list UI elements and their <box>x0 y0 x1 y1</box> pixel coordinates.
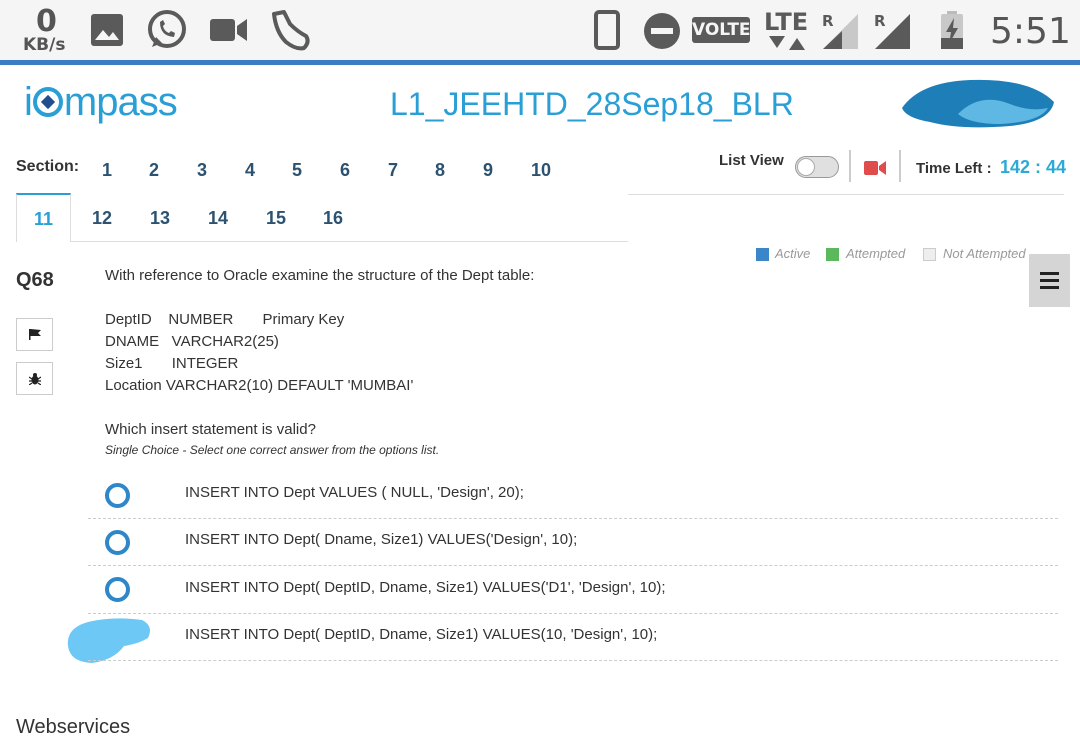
shoe-icon <box>272 10 310 51</box>
time-left-label: Time Left : <box>916 160 992 177</box>
video-camera-icon <box>210 19 247 41</box>
legend-active-label: Active <box>775 246 811 261</box>
section-tab-12[interactable]: 12 <box>92 208 112 229</box>
legend-not-attempted-label: Not Attempted <box>943 246 1026 261</box>
gallery-icon <box>91 14 123 46</box>
option-divider <box>88 518 1058 519</box>
network-speed-unit: KB/s <box>23 35 66 55</box>
icompass-logo: i mpass <box>24 80 178 124</box>
section-tab-11[interactable]: 11 <box>34 209 53 230</box>
section-tab-9[interactable]: 9 <box>483 160 493 181</box>
status-bar-accent <box>0 60 1080 65</box>
time-left-value: 142 : 44 <box>1000 157 1067 177</box>
option-text[interactable]: INSERT INTO Dept VALUES ( NULL, 'Design'… <box>185 484 524 501</box>
flag-icon <box>29 329 41 340</box>
flag-button[interactable] <box>16 318 53 351</box>
data-arrows-icon <box>769 36 805 50</box>
table-structure-line: Location VARCHAR2(10) DEFAULT 'MUMBAI' <box>105 377 414 394</box>
section-tab-3[interactable]: 3 <box>197 160 207 181</box>
option-radio[interactable] <box>105 530 130 555</box>
lte-label: LTE <box>764 8 809 36</box>
option-divider <box>88 660 1058 661</box>
question-text: With reference to Oracle examine the str… <box>105 267 535 284</box>
option-text[interactable]: INSERT INTO Dept( DeptID, Dname, Size1) … <box>185 626 657 643</box>
whatsapp-icon <box>148 10 186 48</box>
divider <box>899 150 901 182</box>
footer-label: Webservices <box>16 716 131 738</box>
network-speed-value: 0 <box>36 4 57 39</box>
divider <box>849 150 851 182</box>
compass-icon <box>32 87 63 117</box>
option-text[interactable]: INSERT INTO Dept( DeptID, Dname, Size1) … <box>185 579 666 596</box>
section-tab-15[interactable]: 15 <box>266 208 286 229</box>
status-bar: 0 KB/s VOLTE LTE R R 5:51 <box>0 0 1080 65</box>
hamburger-icon <box>1040 272 1059 275</box>
section-tab-1[interactable]: 1 <box>102 160 112 181</box>
menu-button[interactable] <box>1029 254 1070 307</box>
legend-attempted-swatch <box>826 248 839 261</box>
table-structure-line: DNAME VARCHAR2(25) <box>105 333 279 350</box>
battery-charging-icon <box>941 11 963 49</box>
section-tab-4[interactable]: 4 <box>245 160 255 181</box>
section-tab-16[interactable]: 16 <box>323 208 343 229</box>
brand-logo <box>902 79 1054 128</box>
section-divider <box>628 194 1064 195</box>
table-structure-line: DeptID NUMBER Primary Key <box>105 311 345 328</box>
do-not-disturb-icon <box>644 13 680 49</box>
clock: 5:51 <box>990 11 1071 52</box>
option-divider <box>88 565 1058 566</box>
option-radio[interactable] <box>105 483 130 508</box>
toggle-knob <box>797 158 815 176</box>
section-tab-13[interactable]: 13 <box>150 208 170 229</box>
redaction-scribble <box>67 618 150 663</box>
question-prompt: Which insert statement is valid? <box>105 421 316 438</box>
list-view-toggle[interactable] <box>795 156 839 178</box>
question-number: Q68 <box>16 269 54 291</box>
section-tab-7[interactable]: 7 <box>388 160 398 181</box>
volte-badge: VOLTE <box>692 17 751 43</box>
signal-icon <box>875 14 910 49</box>
question-hint: Single Choice - Select one correct answe… <box>105 443 440 457</box>
section-tab-14[interactable]: 14 <box>208 208 228 229</box>
option-text[interactable]: INSERT INTO Dept( Dname, Size1) VALUES('… <box>185 531 577 548</box>
section-tab-6[interactable]: 6 <box>340 160 350 181</box>
video-camera-icon[interactable] <box>864 160 886 176</box>
section-tab-5[interactable]: 5 <box>292 160 302 181</box>
section-tab-2[interactable]: 2 <box>149 160 159 181</box>
legend-active-swatch <box>756 248 769 261</box>
legend-not-attempted-swatch <box>923 248 936 261</box>
table-structure-line: Size1 INTEGER <box>105 355 239 372</box>
phone-icon <box>594 10 620 50</box>
section-tab-8[interactable]: 8 <box>435 160 445 181</box>
section-label: Section: <box>16 158 80 175</box>
legend-attempted-label: Attempted <box>846 246 906 261</box>
section-tab-10[interactable]: 10 <box>531 160 551 181</box>
signal-icon <box>823 14 858 49</box>
exam-title: L1_JEEHTD_28Sep18_BLR <box>390 86 794 122</box>
list-view-label: List View <box>719 152 784 169</box>
report-bug-button[interactable] <box>16 362 53 395</box>
section-divider <box>16 241 628 242</box>
option-divider <box>88 613 1058 614</box>
option-radio[interactable] <box>105 577 130 602</box>
bug-icon <box>29 373 41 385</box>
